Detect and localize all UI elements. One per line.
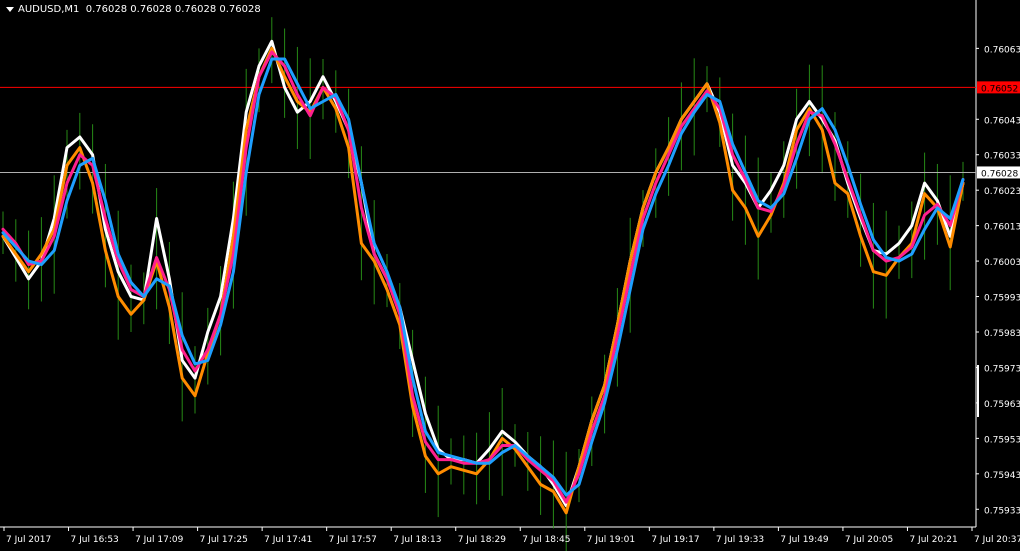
price-tick-label: 0.75953 bbox=[984, 435, 1020, 445]
time-tick-label: 7 Jul 17:41 bbox=[264, 535, 312, 545]
time-tick-label: 7 Jul 19:17 bbox=[651, 535, 699, 545]
price-tick-label: 0.75993 bbox=[984, 294, 1020, 304]
time-tick-label: 7 Jul 18:29 bbox=[458, 535, 507, 545]
time-tick-label: 7 Jul 20:21 bbox=[909, 535, 957, 545]
price-tick-label: 0.75943 bbox=[984, 471, 1020, 481]
price-tick-label: 0.76003 bbox=[984, 258, 1020, 268]
price-chart[interactable]: 0.76063 0.76052 0.76043 0.76033 0.76028 0.760… bbox=[0, 0, 1020, 551]
price-tick-label: 0.76043 bbox=[984, 116, 1020, 126]
time-tick-label: 7 Jul 19:33 bbox=[716, 535, 764, 545]
price-tick-label: 0.75983 bbox=[984, 329, 1020, 339]
price-tick-label: 0.76063 bbox=[984, 45, 1020, 55]
price-tick-label: 0.76013 bbox=[984, 223, 1020, 233]
price-tick-label: 0.75933 bbox=[984, 506, 1020, 516]
time-tick-label: 7 Jul 16:53 bbox=[71, 535, 119, 545]
time-tick-label: 7 Jul 17:09 bbox=[135, 535, 184, 545]
time-tick-label: 7 Jul 19:49 bbox=[780, 535, 829, 545]
time-tick-label: 7 Jul 2017 bbox=[6, 535, 51, 545]
axis-scroll-marker[interactable] bbox=[977, 365, 979, 417]
price-label-highlight: 0.76028 bbox=[981, 169, 1018, 179]
price-tick-label: 0.75963 bbox=[984, 400, 1020, 410]
price-label-highlight: 0.76052 bbox=[981, 84, 1018, 94]
time-tick-label: 7 Jul 20:37 bbox=[974, 535, 1020, 545]
time-tick-label: 7 Jul 17:25 bbox=[200, 535, 248, 545]
time-tick-label: 7 Jul 18:13 bbox=[393, 535, 441, 545]
price-tick-label: 0.76023 bbox=[984, 187, 1020, 197]
time-tick-label: 7 Jul 19:01 bbox=[587, 535, 635, 545]
time-tick-label: 7 Jul 18:45 bbox=[522, 535, 570, 545]
price-tick-label: 0.76033 bbox=[984, 152, 1020, 162]
chart-area[interactable]: AUDUSD,M1 0.76028 0.76028 0.76028 0.7602… bbox=[0, 0, 1020, 551]
time-tick-label: 7 Jul 17:57 bbox=[329, 535, 377, 545]
price-tick-label: 0.75973 bbox=[984, 364, 1020, 374]
time-tick-label: 7 Jul 20:05 bbox=[845, 535, 893, 545]
